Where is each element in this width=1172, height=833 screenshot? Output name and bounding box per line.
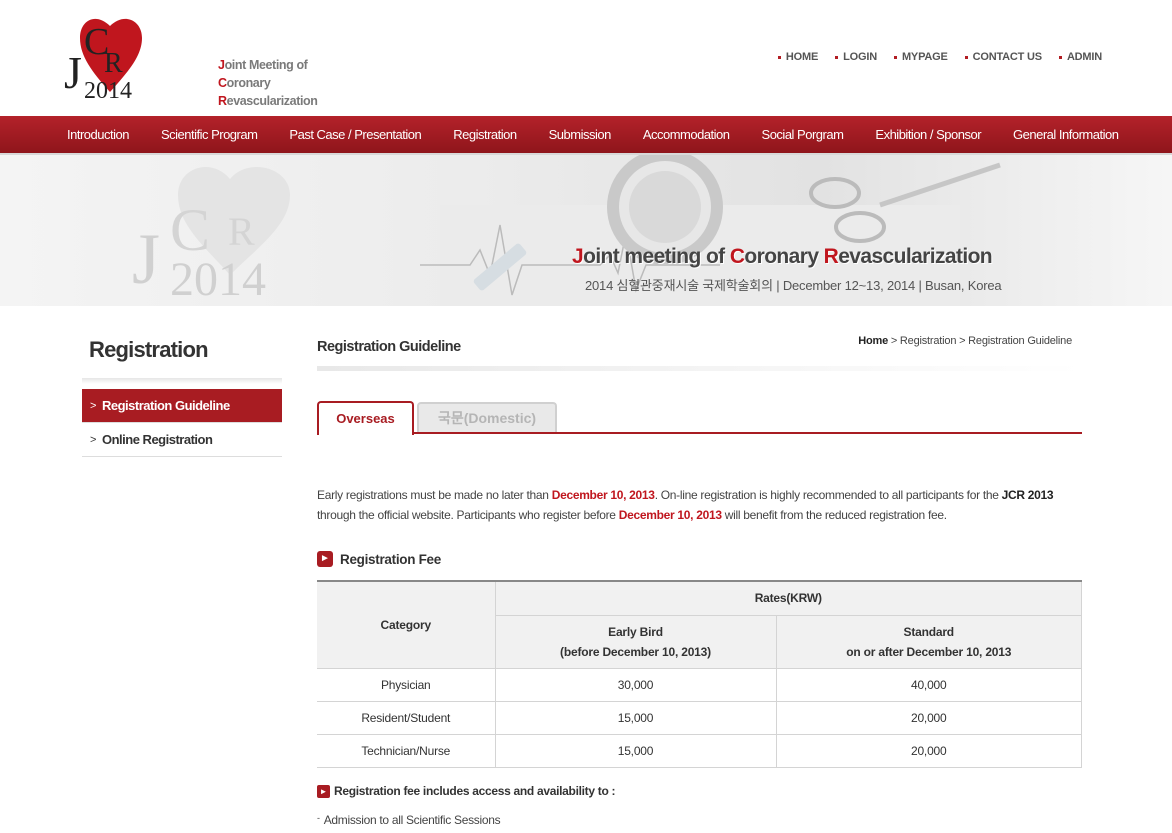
category-header: Category bbox=[317, 580, 496, 669]
fee-section-title: Registration Fee bbox=[340, 551, 441, 567]
fee-section-heading: ► Registration Fee bbox=[317, 551, 441, 567]
login-link[interactable]: LOGIN bbox=[835, 51, 877, 63]
logo-year: 2014 bbox=[84, 78, 132, 104]
row-early-fee: 30,000 bbox=[494, 667, 777, 702]
table-row: Resident/Student 15,000 20,000 bbox=[317, 700, 1082, 735]
includes-title: Registration fee includes access and ava… bbox=[334, 784, 616, 798]
main-nav: Introduction Scientific Program Past Cas… bbox=[0, 116, 1172, 155]
tab-overseas[interactable]: Overseas bbox=[317, 401, 414, 435]
jcr-logo[interactable]: C J R 2014 Joint Meeting of Coronary Rev… bbox=[62, 6, 318, 110]
nav-exhibition-sponsor[interactable]: Exhibition / Sponsor bbox=[875, 127, 981, 142]
mypage-link[interactable]: MYPAGE bbox=[894, 51, 948, 63]
page-title: Registration Guideline bbox=[317, 339, 461, 355]
nav-registration[interactable]: Registration bbox=[453, 127, 517, 142]
contact-us-link[interactable]: CONTACT US bbox=[965, 51, 1042, 63]
standard-header: Standard on or after December 10, 2013 bbox=[775, 614, 1082, 669]
table-row: Physician 30,000 40,000 bbox=[317, 667, 1082, 702]
content-divider bbox=[317, 366, 1082, 371]
home-link[interactable]: HOME bbox=[778, 51, 818, 63]
row-standard-fee: 20,000 bbox=[775, 733, 1082, 768]
watermark-year: 2014 bbox=[170, 253, 266, 306]
sidebar-item-registration-guideline[interactable]: Registration Guideline bbox=[82, 389, 282, 423]
nav-general-information[interactable]: General Information bbox=[1013, 127, 1119, 142]
logo-mark: C J R 2014 bbox=[64, 18, 142, 104]
sidebar-menu: Registration Guideline Online Registrati… bbox=[82, 389, 282, 457]
breadcrumb-path: > Registration > Registration Guideline bbox=[888, 335, 1072, 347]
banner-title: Joint meeting of Coronary Revascularizat… bbox=[572, 245, 993, 268]
breadcrumb-home[interactable]: Home bbox=[858, 335, 888, 347]
fee-table: Category Rates(KRW) Early Bird (before D… bbox=[317, 580, 1082, 768]
nav-submission[interactable]: Submission bbox=[549, 127, 612, 142]
tab-domestic[interactable]: 국문(Domestic) bbox=[417, 402, 557, 432]
top-links: HOME LOGIN MYPAGE CONTACT US ADMIN bbox=[778, 51, 1102, 63]
row-category: Physician bbox=[317, 667, 496, 702]
row-category: Resident/Student bbox=[317, 700, 496, 735]
sidebar-title: Registration bbox=[89, 337, 209, 362]
row-early-fee: 15,000 bbox=[494, 700, 777, 735]
header: C J R 2014 Joint Meeting of Coronary Rev… bbox=[0, 0, 1172, 116]
nav-accommodation[interactable]: Accommodation bbox=[643, 127, 730, 142]
includes-heading: ► Registration fee includes access and a… bbox=[317, 784, 616, 798]
nav-social-program[interactable]: Social Porgram bbox=[762, 127, 844, 142]
nav-scientific-program[interactable]: Scientific Program bbox=[161, 127, 258, 142]
row-early-fee: 15,000 bbox=[494, 733, 777, 768]
logo-tagline: Joint Meeting of Coronary Revascularizat… bbox=[218, 58, 318, 108]
logo-letter-r: R bbox=[104, 48, 123, 79]
admin-link[interactable]: ADMIN bbox=[1059, 51, 1102, 63]
breadcrumb: Home > Registration > Registration Guide… bbox=[858, 335, 1072, 347]
banner-subtitle: 2014 심혈관중재시술 국제학술회의 | December 12~13, 20… bbox=[585, 278, 1002, 293]
row-standard-fee: 40,000 bbox=[775, 667, 1082, 702]
rates-header: Rates(KRW) bbox=[494, 580, 1082, 616]
sidebar-divider bbox=[82, 378, 282, 384]
row-standard-fee: 20,000 bbox=[775, 700, 1082, 735]
intro-paragraph: Early registrations must be made no late… bbox=[317, 488, 1054, 522]
list-item: Admission to all Scientific Sessions bbox=[317, 813, 501, 827]
sidebar-item-online-registration[interactable]: Online Registration bbox=[82, 423, 282, 457]
arrow-right-icon: ► bbox=[317, 551, 333, 567]
tab-bar: Overseas 국문(Domestic) bbox=[317, 401, 1082, 435]
table-row: Technician/Nurse 15,000 20,000 bbox=[317, 733, 1082, 768]
nav-introduction[interactable]: Introduction bbox=[67, 127, 129, 142]
row-category: Technician/Nurse bbox=[317, 733, 496, 768]
hero-banner: C J R 2014 Joint meeting of Coronary Rev… bbox=[0, 155, 1172, 306]
nav-past-case[interactable]: Past Case / Presentation bbox=[289, 127, 421, 142]
watermark-letter-r: R bbox=[228, 209, 255, 254]
logo-letter-j: J bbox=[64, 47, 82, 98]
arrow-right-icon: ► bbox=[317, 784, 330, 798]
early-bird-header: Early Bird (before December 10, 2013) bbox=[495, 614, 777, 669]
watermark-letter-j: J bbox=[132, 219, 160, 299]
